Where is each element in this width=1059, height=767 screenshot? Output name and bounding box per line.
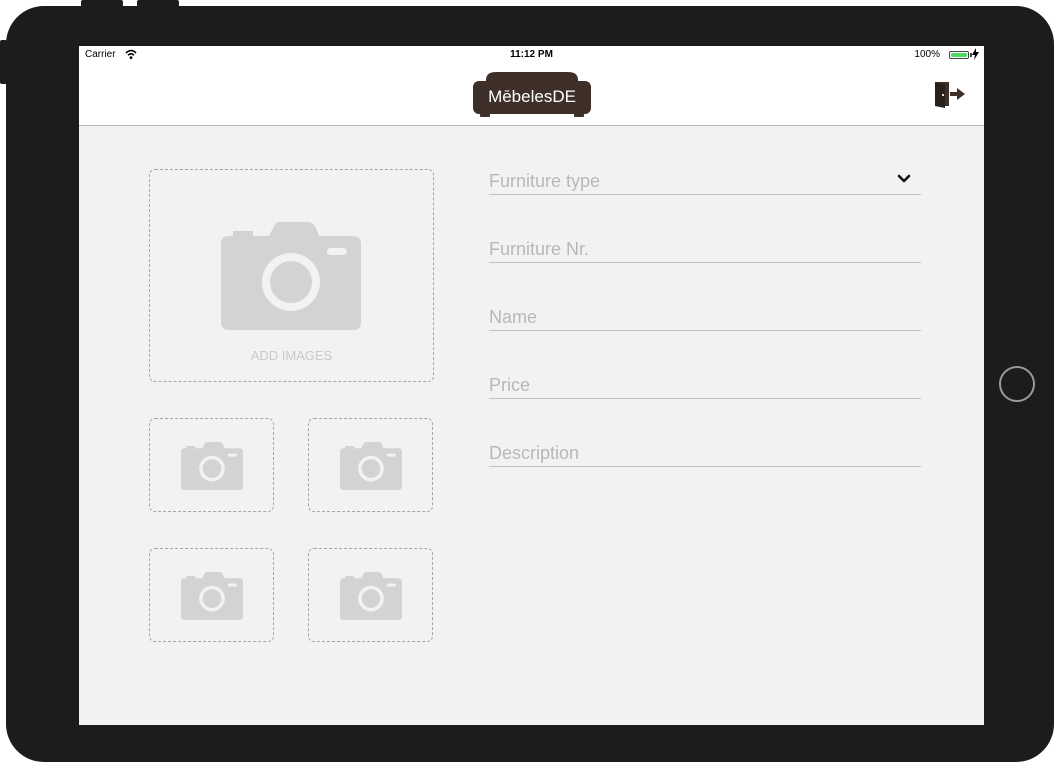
camera-icon [181, 441, 243, 490]
charging-bolt-icon [972, 48, 979, 60]
camera-icon [181, 571, 243, 620]
furniture-nr-field[interactable]: Furniture Nr. [489, 233, 921, 263]
navigation-bar: MēbelesDE [79, 64, 984, 126]
hardware-side-switch [0, 40, 7, 84]
name-field[interactable]: Name [489, 301, 921, 331]
battery-percentage: 100% [914, 49, 940, 60]
furniture-type-select[interactable]: Furniture type [489, 165, 921, 195]
description-field[interactable]: Description [489, 437, 921, 467]
image-slot-4[interactable] [308, 548, 433, 642]
image-slot-3[interactable] [149, 548, 274, 642]
camera-icon [221, 220, 361, 330]
image-slot-1[interactable] [149, 418, 274, 512]
name-placeholder: Name [489, 307, 538, 327]
status-bar: Carrier 11:12 PM 100% [79, 46, 984, 64]
furniture-type-placeholder: Furniture type [489, 171, 601, 191]
hardware-button-top-left [81, 0, 123, 7]
hardware-button-top-right [137, 0, 179, 7]
battery-icon [949, 51, 969, 59]
add-images-label: ADD IMAGES [250, 348, 333, 363]
camera-icon [340, 571, 402, 620]
price-placeholder: Price [489, 375, 531, 395]
furniture-nr-placeholder: Furniture Nr. [489, 239, 590, 259]
camera-icon [340, 441, 402, 490]
logout-door-icon[interactable] [932, 80, 968, 108]
battery-level-fill [951, 53, 967, 57]
logo-text: MēbelesDE [488, 87, 576, 106]
description-placeholder: Description [489, 443, 580, 463]
add-images-dropzone[interactable]: ADD IMAGES [149, 169, 434, 382]
status-time: 11:12 PM [510, 49, 553, 60]
screen: Carrier 11:12 PM 100% MēbelesDE ADD IMAG… [79, 46, 984, 725]
app-logo: MēbelesDE [470, 68, 594, 118]
chevron-down-icon [897, 174, 911, 183]
image-slot-2[interactable] [308, 418, 433, 512]
home-button[interactable] [999, 366, 1035, 402]
price-field[interactable]: Price [489, 369, 921, 399]
